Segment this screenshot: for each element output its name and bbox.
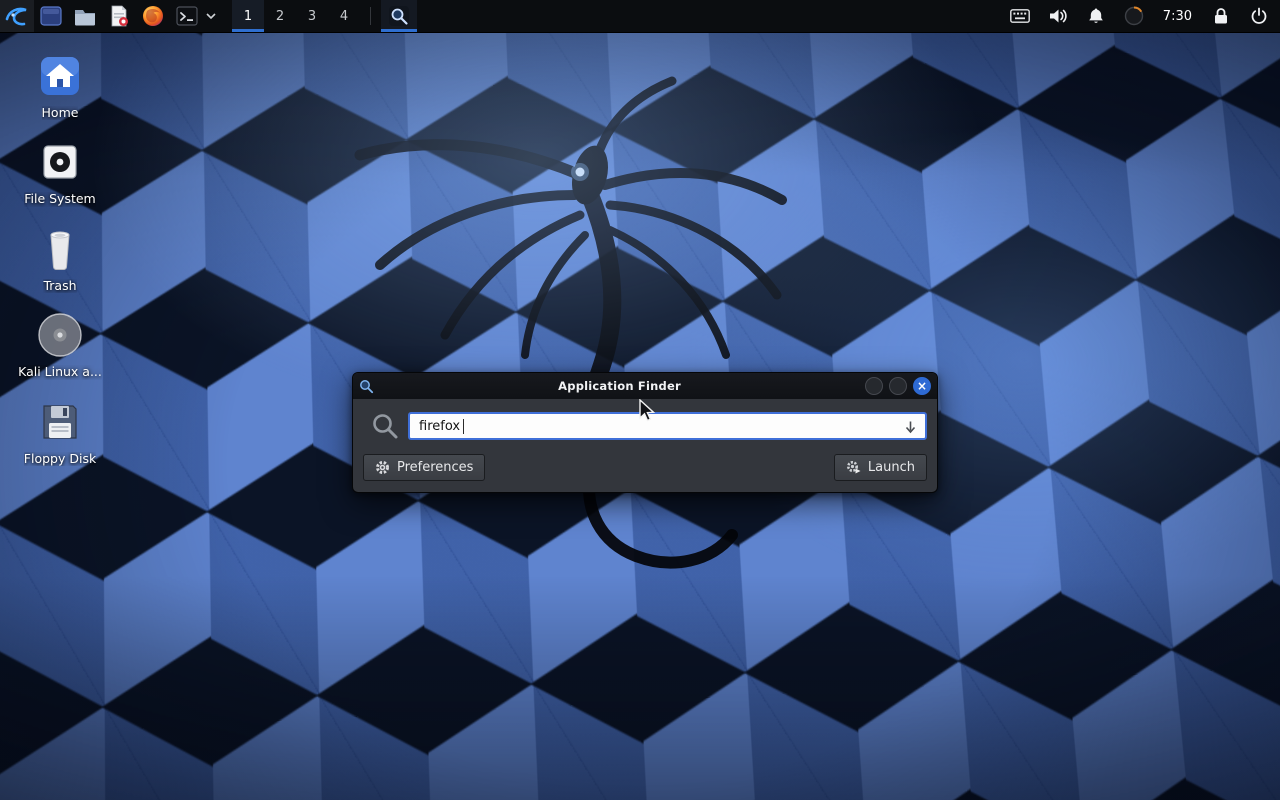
- disc-icon: [37, 311, 83, 359]
- dark-window-icon: [39, 4, 63, 28]
- folder-icon: [73, 4, 97, 28]
- volume-icon: [1048, 7, 1068, 25]
- lock-screen-button[interactable]: [1210, 5, 1232, 27]
- taskbar-application-finder[interactable]: [381, 0, 417, 32]
- status-icon: [1124, 6, 1144, 26]
- panel-launchers: 1 2 3 4: [0, 0, 417, 32]
- power-icon: [1250, 7, 1268, 25]
- text-caret: [463, 419, 464, 434]
- file-system-icon: [40, 138, 80, 186]
- desktop-icon-label: File System: [24, 192, 96, 206]
- button-row: Preferences Launch: [363, 454, 927, 481]
- notifications[interactable]: [1085, 5, 1107, 27]
- close-icon: ×: [917, 380, 927, 392]
- bell-icon: [1087, 7, 1105, 25]
- workspace-4-label: 4: [340, 9, 348, 24]
- top-panel: 1 2 3 4: [0, 0, 1280, 33]
- window-title: Application Finder: [380, 379, 859, 393]
- application-finder-task-icon: [388, 5, 410, 27]
- file-manager-launcher[interactable]: [68, 0, 102, 32]
- files-dark-launcher[interactable]: [34, 0, 68, 32]
- panel-status-area: 7:30: [1009, 0, 1280, 32]
- desktop-icon-home[interactable]: Home: [14, 52, 106, 120]
- panel-clock[interactable]: 7:30: [1161, 9, 1194, 24]
- panel-separator: [370, 7, 371, 25]
- preferences-label: Preferences: [397, 460, 473, 475]
- floppy-icon: [39, 398, 81, 446]
- desktop-icon-label: Kali Linux a...: [18, 365, 102, 379]
- firefox-icon: [141, 4, 165, 28]
- workspace-switcher: 1 2 3 4: [232, 0, 360, 32]
- desktop-icon-trash[interactable]: Trash: [14, 225, 106, 293]
- desktop-icon-label: Trash: [43, 279, 76, 293]
- launch-icon: [846, 460, 861, 475]
- workspace-3[interactable]: 3: [296, 0, 328, 32]
- search-icon: [371, 412, 399, 440]
- text-editor-launcher[interactable]: [102, 0, 136, 32]
- preferences-button[interactable]: Preferences: [363, 454, 485, 481]
- keyboard-indicator[interactable]: [1009, 5, 1031, 27]
- maximize-button[interactable]: [889, 377, 907, 395]
- launch-button[interactable]: Launch: [834, 454, 927, 481]
- desktop-icon-column: Home File System Trash: [14, 52, 106, 484]
- terminal-dropdown-button[interactable]: [204, 0, 218, 32]
- titlebar[interactable]: Application Finder ×: [353, 373, 937, 399]
- workspace-2-label: 2: [276, 9, 284, 24]
- desktop-icon-file-system[interactable]: File System: [14, 138, 106, 206]
- search-row: firefox: [363, 412, 927, 440]
- panel-spacer: [417, 0, 1009, 32]
- search-input[interactable]: firefox: [408, 412, 927, 440]
- gear-icon: [375, 460, 390, 475]
- kali-desktop: 1 2 3 4: [0, 0, 1280, 800]
- workspace-1-label: 1: [244, 9, 252, 24]
- terminal-launcher[interactable]: [170, 0, 204, 32]
- window-app-icon: [359, 379, 374, 394]
- kali-logo-icon: [4, 3, 30, 29]
- home-icon: [39, 52, 81, 100]
- workspace-3-label: 3: [308, 9, 316, 24]
- trash-icon: [40, 225, 80, 273]
- minimize-button[interactable]: [865, 377, 883, 395]
- volume-control[interactable]: [1047, 5, 1069, 27]
- firefox-launcher[interactable]: [136, 0, 170, 32]
- launch-label: Launch: [868, 460, 915, 475]
- logout-button[interactable]: [1248, 5, 1270, 27]
- desktop-icon-floppy-disk[interactable]: Floppy Disk: [14, 398, 106, 466]
- desktop-icon-label: Floppy Disk: [24, 452, 96, 466]
- workspace-4[interactable]: 4: [328, 0, 360, 32]
- desktop-icon-label: Home: [42, 106, 79, 120]
- chevron-down-icon: [206, 12, 216, 20]
- close-button[interactable]: ×: [913, 377, 931, 395]
- terminal-icon: [175, 4, 199, 28]
- lock-icon: [1213, 7, 1229, 25]
- desktop-icon-kali-volume[interactable]: Kali Linux a...: [14, 311, 106, 379]
- application-finder-window: Application Finder × firefox: [352, 372, 938, 493]
- document-icon: [107, 4, 131, 28]
- workspace-1[interactable]: 1: [232, 0, 264, 32]
- workspace-2[interactable]: 2: [264, 0, 296, 32]
- kali-menu-button[interactable]: [0, 0, 34, 32]
- keyboard-icon: [1010, 9, 1030, 23]
- window-body: firefox Preferences: [353, 399, 937, 492]
- status-indicator[interactable]: [1123, 5, 1145, 27]
- search-input-value: firefox: [419, 419, 460, 434]
- dropdown-arrow-icon[interactable]: [904, 420, 917, 434]
